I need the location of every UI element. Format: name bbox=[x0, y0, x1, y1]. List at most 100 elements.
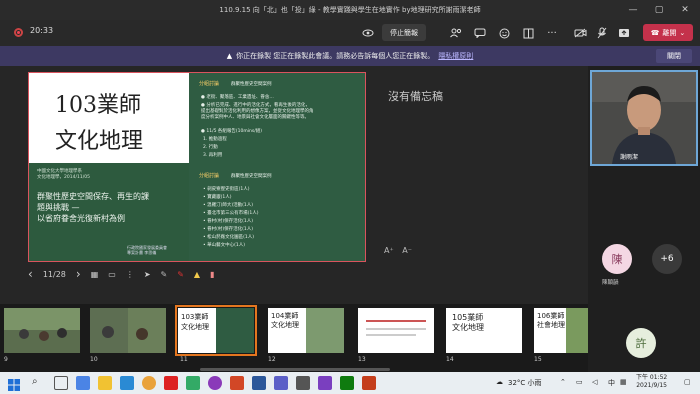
more-participants-button[interactable]: +6 bbox=[652, 244, 682, 274]
minimize-button[interactable]: — bbox=[620, 5, 646, 15]
thumbnail-number: 15 bbox=[534, 356, 542, 363]
slide-list-item: • 溫羅汀(師大)活動(1人) bbox=[203, 203, 253, 208]
task-view-icon[interactable] bbox=[54, 376, 68, 390]
app-icon[interactable] bbox=[362, 376, 376, 390]
participant-avatar[interactable]: 陳 bbox=[602, 244, 632, 274]
grid-view-icon[interactable]: ▦ bbox=[91, 270, 99, 279]
thumb-image-area bbox=[566, 308, 588, 353]
pointer-icon[interactable]: ➤ bbox=[144, 270, 151, 279]
thumbnail-number: 12 bbox=[268, 356, 276, 363]
more-options-icon[interactable]: ··· bbox=[544, 25, 560, 41]
people-icon[interactable] bbox=[448, 25, 464, 41]
thumbnail-number: 14 bbox=[446, 356, 454, 363]
volume-icon[interactable]: ◁ bbox=[592, 378, 597, 386]
search-icon[interactable]: ⌕ bbox=[32, 376, 46, 390]
font-increase-button[interactable]: A⁺ bbox=[384, 246, 394, 255]
next-slide-button[interactable]: › bbox=[76, 267, 81, 281]
weather-icon[interactable]: ☁ bbox=[496, 378, 503, 386]
slide-list-item: • 臺北市第三公有市場(1人) bbox=[203, 211, 259, 216]
red-pen-icon[interactable]: ✎ bbox=[177, 270, 184, 279]
chat-icon[interactable] bbox=[472, 25, 488, 41]
taskbar-clock[interactable]: 下午 01:52 2021/9/15 bbox=[636, 374, 667, 390]
app-icon[interactable] bbox=[208, 376, 222, 390]
thumbnail-slide-10[interactable] bbox=[90, 308, 166, 353]
share-tray-icon[interactable] bbox=[616, 25, 632, 41]
close-window-button[interactable]: ✕ bbox=[672, 5, 698, 15]
maximize-button[interactable]: ▢ bbox=[646, 5, 672, 15]
file-explorer-icon[interactable] bbox=[98, 376, 112, 390]
slide-org-line2: 文化地理學，2014/11/05 bbox=[37, 175, 90, 180]
participant-avatar[interactable]: 許 bbox=[626, 328, 656, 358]
edge-icon[interactable] bbox=[186, 376, 200, 390]
slide-list-item: • 眷村(村)保存活化(1人) bbox=[203, 219, 253, 224]
thumbnail-slide-14[interactable]: 105業師 文化地理 bbox=[446, 308, 522, 353]
mail-icon[interactable] bbox=[120, 376, 134, 390]
slide-title-line2: 文化地理 bbox=[55, 129, 144, 154]
slide-list-item: • 眷村(村)保存活化(1人) bbox=[203, 227, 253, 232]
font-decrease-button[interactable]: A⁻ bbox=[402, 246, 412, 255]
reactions-icon[interactable] bbox=[496, 25, 512, 41]
chevron-down-icon: ⌄ bbox=[679, 28, 686, 37]
self-video-tile[interactable]: 謝雨潔 bbox=[590, 70, 698, 166]
stop-presenting-button[interactable]: 停止簡報 bbox=[382, 24, 426, 41]
thumb-line bbox=[366, 334, 416, 336]
slide-list-item: • 松山菸廠文化園區(1人) bbox=[203, 235, 254, 240]
clock-time: 下午 01:52 bbox=[636, 374, 668, 381]
font-size-controls: A⁺ A⁻ bbox=[384, 246, 412, 255]
weather-text[interactable]: 32°C 小雨 bbox=[508, 378, 542, 388]
leave-button[interactable]: ☎ 離開 ⌄ bbox=[643, 24, 693, 41]
banner-text: 你正在錄製 您正在錄製此會議。請務必告訴每個人您正在錄製。 bbox=[236, 52, 435, 60]
chrome-icon[interactable] bbox=[142, 376, 156, 390]
teams-icon[interactable] bbox=[274, 376, 288, 390]
slide-credit: 行政院國家發展委員會 專案計畫 李思儀 bbox=[127, 245, 167, 255]
camera-off-icon[interactable] bbox=[572, 25, 588, 41]
word-icon[interactable] bbox=[252, 376, 266, 390]
network-icon[interactable]: ▭ bbox=[576, 378, 583, 386]
mic-off-icon[interactable] bbox=[594, 25, 610, 41]
rooms-icon[interactable] bbox=[520, 25, 536, 41]
thumbnail-label: 文化地理 bbox=[271, 321, 299, 329]
slide-bullet: 3. 再利用 bbox=[203, 153, 223, 158]
visibility-icon[interactable] bbox=[360, 25, 376, 41]
start-icon[interactable] bbox=[8, 376, 22, 391]
slide-section1-sub: 群聚性歷史空間案例 bbox=[231, 82, 272, 87]
keyboard-icon[interactable]: ▦ bbox=[620, 378, 627, 386]
dots-icon[interactable]: ⋮ bbox=[126, 270, 134, 279]
privacy-link[interactable]: 隱私權原則 bbox=[438, 51, 473, 61]
slide-title-area: 103業師 文化地理 bbox=[29, 73, 189, 163]
slide-title-line1: 103業師 bbox=[55, 93, 141, 118]
thumbnail-slide-11-selected[interactable]: 103業師 文化地理 bbox=[175, 305, 257, 356]
thumbnail-slide-12[interactable]: 104業師 文化地理 bbox=[268, 308, 344, 353]
tray-chevron-icon[interactable]: ⌃ bbox=[560, 378, 566, 386]
thumbnail-slide-9[interactable] bbox=[4, 308, 80, 353]
slide-section2-head: 分組討論 bbox=[199, 173, 220, 179]
slide-section2-sub: 群聚性歷史空間案例 bbox=[231, 174, 272, 179]
powerpoint-icon[interactable] bbox=[230, 376, 244, 390]
thumbnail-slide-15[interactable]: 106業師 社會地理 bbox=[534, 308, 588, 353]
current-slide: 103業師 文化地理 中國文化大學地理學系 文化地理學，2014/11/05 群… bbox=[28, 72, 366, 262]
clock-date: 2021/9/15 bbox=[636, 382, 667, 389]
app-icon[interactable] bbox=[296, 376, 310, 390]
thumbnail-number: 10 bbox=[90, 356, 98, 363]
recording-icon bbox=[14, 28, 23, 37]
pen-icon[interactable]: ✎ bbox=[161, 270, 168, 279]
thumbnail-scrollbar[interactable] bbox=[200, 368, 390, 371]
prev-slide-button[interactable]: ‹ bbox=[28, 267, 33, 281]
app-icon[interactable] bbox=[318, 376, 332, 390]
windows-taskbar: ⌕ ☁ 32°C 小雨 ⌃ ▭ ◁ 中 ▦ 下午 01:52 2021/9/15… bbox=[0, 372, 700, 394]
app-icon[interactable] bbox=[76, 376, 90, 390]
monitor-icon[interactable]: ▭ bbox=[108, 270, 116, 279]
eraser-icon[interactable]: ▮ bbox=[210, 270, 214, 279]
slide-bullet: 2. 行動 bbox=[203, 145, 218, 150]
highlighter-icon[interactable]: ▲ bbox=[194, 270, 200, 279]
thumbnail-number: 9 bbox=[4, 356, 8, 363]
netflix-icon[interactable] bbox=[164, 376, 178, 390]
notification-icon[interactable]: ▢ bbox=[684, 378, 691, 386]
ime-language[interactable]: 中 bbox=[608, 378, 615, 388]
excel-icon[interactable] bbox=[340, 376, 354, 390]
banner-close-button[interactable]: 關閉 bbox=[656, 49, 692, 63]
slide-list-item: • 華山藝文中心(1人) bbox=[203, 243, 245, 248]
phone-hangup-icon: ☎ bbox=[650, 28, 660, 37]
thumbnail-slide-13[interactable] bbox=[358, 308, 434, 353]
thumbnail-label: 文化地理 bbox=[181, 323, 209, 331]
